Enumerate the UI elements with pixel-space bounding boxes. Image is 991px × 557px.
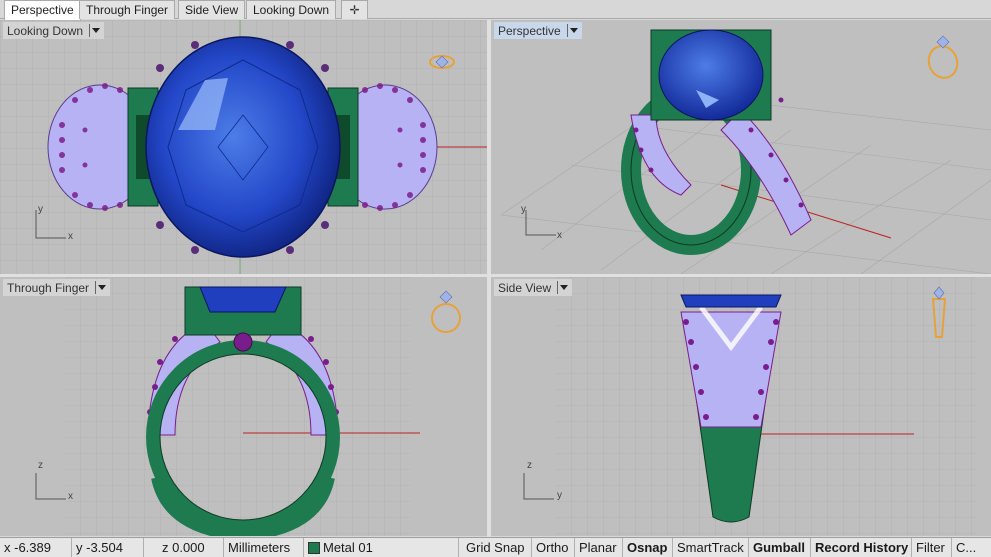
more-status-button[interactable]: C... (952, 538, 991, 557)
tab-side-view[interactable]: Side View (178, 0, 246, 19)
units-display[interactable]: Millimeters (224, 538, 304, 557)
axis-label-x: x (68, 231, 73, 242)
coord-z: z 0.000 (144, 538, 224, 557)
status-bar: x -6.389 y -3.504 z 0.000 Millimeters Me… (0, 537, 991, 557)
viewport-tab-bar: Perspective Through Finger Side View Loo… (0, 0, 991, 20)
chevron-down-icon[interactable] (557, 281, 569, 294)
viewport-side-view[interactable]: Side View z y (491, 277, 991, 536)
chevron-down-icon[interactable] (95, 281, 107, 294)
viewport-canvas (491, 20, 991, 274)
record-history-toggle[interactable]: Record History (811, 538, 912, 557)
chevron-down-icon[interactable] (566, 24, 578, 37)
viewport-title-through-finger[interactable]: Through Finger (3, 279, 111, 296)
filter-toggle[interactable]: Filter (912, 538, 952, 557)
viewport-perspective[interactable]: Perspective y x (491, 20, 991, 274)
tab-through-finger[interactable]: Through Finger (79, 0, 176, 19)
ortho-toggle[interactable]: Ortho (532, 538, 575, 557)
viewport-title-perspective[interactable]: Perspective (494, 22, 582, 39)
viewport-title-side-view[interactable]: Side View (494, 279, 573, 296)
tab-looking-down[interactable]: Looking Down (246, 0, 337, 19)
smarttrack-toggle[interactable]: SmartTrack (673, 538, 749, 557)
layer-color-swatch (308, 542, 320, 554)
axis-label-x: x (557, 230, 562, 241)
viewport-canvas (0, 277, 487, 536)
axis-label-y: y (521, 204, 526, 215)
gumball-toggle[interactable]: Gumball (749, 538, 811, 557)
axis-label-y: y (38, 204, 43, 215)
chevron-down-icon[interactable] (89, 24, 101, 37)
viewport-looking-down[interactable]: Looking Down y x (0, 20, 487, 274)
plus-icon[interactable]: ✛ (341, 0, 368, 19)
axis-label-z: z (527, 460, 532, 471)
viewport-canvas (491, 277, 991, 536)
rhino-window: Perspective Through Finger Side View Loo… (0, 0, 991, 557)
coord-x: x -6.389 (0, 538, 72, 557)
axis-label-z: z (38, 460, 43, 471)
tab-perspective[interactable]: Perspective (4, 0, 81, 20)
viewport-canvas (0, 20, 487, 274)
current-layer[interactable]: Metal 01 (304, 538, 459, 557)
grid-snap-toggle[interactable]: Grid Snap (462, 538, 532, 557)
axis-label-y: y (557, 490, 562, 501)
viewport-through-finger[interactable]: Through Finger z x (0, 277, 487, 536)
viewport-splitter-vertical[interactable] (487, 20, 491, 537)
axis-label-x: x (68, 491, 73, 502)
planar-toggle[interactable]: Planar (575, 538, 623, 557)
viewport-splitter-horizontal[interactable] (0, 274, 991, 277)
coord-y: y -3.504 (72, 538, 144, 557)
osnap-toggle[interactable]: Osnap (623, 538, 673, 557)
viewport-title-looking-down[interactable]: Looking Down (3, 22, 105, 39)
